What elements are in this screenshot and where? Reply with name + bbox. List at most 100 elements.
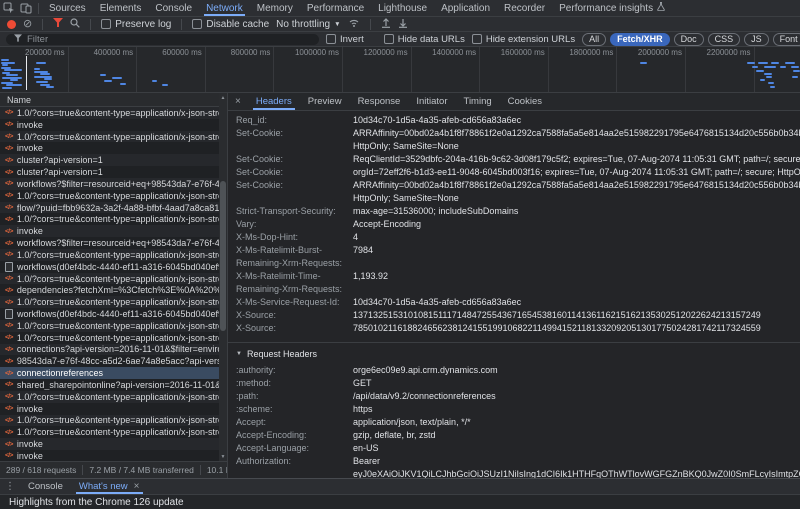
waterfall-activity-bar xyxy=(747,62,755,64)
details-tab-response[interactable]: Response xyxy=(350,93,409,110)
preserve-log-checkbox[interactable]: Preserve log xyxy=(101,19,171,30)
tab-elements[interactable]: Elements xyxy=(93,0,149,16)
throttling-value: No throttling xyxy=(276,19,330,30)
request-row[interactable]: </>1.0/?cors=true&content-type=applicati… xyxy=(0,296,219,308)
record-button[interactable] xyxy=(7,20,16,29)
request-row[interactable]: </>workflows?$filter=resourceid+eq+98543… xyxy=(0,237,219,249)
waterfall-activity-bar xyxy=(36,81,48,83)
tab-console[interactable]: Console xyxy=(148,0,199,16)
waterfall-activity-bar xyxy=(780,66,786,68)
request-row[interactable]: workflows(d0ef4bdc-4440-ef11-a316-6045bd… xyxy=(0,308,219,320)
request-row[interactable]: workflows(d0ef4bdc-4440-ef11-a316-6045bd… xyxy=(0,261,219,273)
divider xyxy=(38,3,39,14)
request-row[interactable]: </>invoke xyxy=(0,438,219,450)
throttling-select[interactable]: No throttling ▼ xyxy=(276,19,340,30)
request-row[interactable]: </>1.0/?cors=true&content-type=applicati… xyxy=(0,332,219,344)
scrollbar-track[interactable] xyxy=(219,101,227,454)
request-row[interactable]: </>1.0/?cors=true&content-type=applicati… xyxy=(0,320,219,332)
tab-application[interactable]: Application xyxy=(434,0,497,16)
request-row[interactable]: </>workflows?$filter=resourceid+eq+98543… xyxy=(0,178,219,190)
request-row[interactable]: </>1.0/?cors=true&content-type=applicati… xyxy=(0,107,219,119)
request-row[interactable]: </>invoke xyxy=(0,225,219,237)
requests-pane: Name </>1.0/?cors=true&content-type=appl… xyxy=(0,93,228,478)
request-row[interactable]: </>invoke xyxy=(0,403,219,415)
request-row[interactable]: </>dependencies?fetchXml=%3Cfetch%3E%0A%… xyxy=(0,284,219,296)
tab-network[interactable]: Network xyxy=(199,0,250,16)
request-row[interactable]: </>shared_sharepointonline?api-version=2… xyxy=(0,379,219,391)
tab-recorder[interactable]: Recorder xyxy=(497,0,552,16)
filter-toggle-icon[interactable] xyxy=(53,18,63,30)
hide-extension-urls-checkbox[interactable]: Hide extension URLs xyxy=(472,34,575,45)
requests-scrollbar[interactable]: ▲ ▼ xyxy=(219,93,227,462)
filter-chip-doc[interactable]: Doc xyxy=(674,33,704,46)
clear-icon[interactable]: ⊘ xyxy=(23,19,32,30)
request-row[interactable]: </>1.0/?cors=true&content-type=applicati… xyxy=(0,131,219,143)
inspect-element-icon[interactable] xyxy=(3,2,15,14)
name-column-header[interactable]: Name xyxy=(0,93,227,107)
filter-chip-css[interactable]: CSS xyxy=(708,33,741,46)
filter-chip-font[interactable]: Font xyxy=(773,33,800,46)
device-toolbar-icon[interactable] xyxy=(20,2,32,14)
tab-lighthouse[interactable]: Lighthouse xyxy=(371,0,434,16)
details-tab-timing[interactable]: Timing xyxy=(456,93,500,110)
drawer-tab-what-s-new[interactable]: What's new× xyxy=(71,479,148,494)
filter-chip-js[interactable]: JS xyxy=(744,33,769,46)
checkbox-icon xyxy=(326,34,336,44)
checkbox-icon xyxy=(384,34,394,44)
filter-input[interactable] xyxy=(27,34,311,45)
request-row[interactable]: </>1.0/?cors=true&content-type=applicati… xyxy=(0,415,219,427)
tab-performance[interactable]: Performance xyxy=(300,0,371,16)
waterfall-activity-bar xyxy=(768,82,774,84)
details-tab-headers[interactable]: Headers xyxy=(248,93,300,110)
request-row[interactable]: </>invoke xyxy=(0,119,219,131)
close-icon[interactable]: × xyxy=(134,481,140,492)
waterfall-activity-bar xyxy=(162,84,168,86)
tab-performance-insights[interactable]: Performance insights xyxy=(552,0,672,16)
scrollbar-thumb[interactable] xyxy=(220,181,226,331)
request-row[interactable]: </>cluster?api-version=1 xyxy=(0,154,219,166)
request-headers-section[interactable]: ▼ Request Headers xyxy=(228,342,800,361)
import-har-icon[interactable] xyxy=(381,18,391,31)
request-row[interactable]: </>98543da7-e76f-48cc-a5d2-6ae74a8e5acc?… xyxy=(0,355,219,367)
request-row[interactable]: </>1.0/?cors=true&content-type=applicati… xyxy=(0,213,219,225)
request-row[interactable]: </>connectionreferences xyxy=(0,367,219,379)
header-row: :authority:orge6ec09e9.api.crm.dynamics.… xyxy=(236,364,800,377)
disable-cache-checkbox[interactable]: Disable cache xyxy=(192,19,269,30)
network-overview[interactable]: 200000 ms400000 ms600000 ms800000 ms1000… xyxy=(0,47,800,93)
hide-data-urls-checkbox[interactable]: Hide data URLs xyxy=(384,34,465,45)
request-row[interactable]: </>invoke xyxy=(0,142,219,154)
waterfall-activity-bar xyxy=(1,59,9,61)
scroll-down-icon[interactable]: ▼ xyxy=(221,454,226,460)
header-name: Req_id: xyxy=(236,114,353,127)
search-icon[interactable] xyxy=(70,18,80,31)
export-har-icon[interactable] xyxy=(398,18,408,31)
network-conditions-icon[interactable] xyxy=(348,18,360,31)
waterfall-activity-bar xyxy=(100,74,106,76)
xhr-icon: </> xyxy=(5,275,13,282)
timeline-tick: 1400000 ms xyxy=(412,47,481,92)
drawer-menu-icon[interactable]: ⋮ xyxy=(0,479,20,494)
request-row[interactable]: </>flow/?puid=fbb9632a-3a2f-4a88-bfbf-4a… xyxy=(0,202,219,214)
filter-input-wrapper xyxy=(6,34,319,45)
filter-chip-fetch-xhr[interactable]: Fetch/XHR xyxy=(610,33,670,46)
header-name: X-Ms-Service-Request-Id: xyxy=(236,296,353,309)
invert-checkbox[interactable]: Invert xyxy=(326,34,364,45)
request-row[interactable]: </>1.0/?cors=true&content-type=applicati… xyxy=(0,249,219,261)
close-details-icon[interactable]: × xyxy=(228,93,248,110)
request-row[interactable]: </>1.0/?cors=true&content-type=applicati… xyxy=(0,190,219,202)
tab-memory[interactable]: Memory xyxy=(250,0,300,16)
details-tab-initiator[interactable]: Initiator xyxy=(408,93,455,110)
request-row[interactable]: </>1.0/?cors=true&content-type=applicati… xyxy=(0,391,219,403)
tab-sources[interactable]: Sources xyxy=(42,0,93,16)
details-tab-preview[interactable]: Preview xyxy=(300,93,350,110)
request-row[interactable]: </>1.0/?cors=true&content-type=applicati… xyxy=(0,426,219,438)
header-name: X-Source: xyxy=(236,309,353,322)
request-row[interactable]: </>1.0/?cors=true&content-type=applicati… xyxy=(0,273,219,285)
request-name: 1.0/?cors=true&content-type=application/… xyxy=(17,214,219,224)
request-row[interactable]: </>connections?api-version=2016-11-01&$f… xyxy=(0,344,219,356)
details-tab-cookies[interactable]: Cookies xyxy=(500,93,550,110)
filter-chip-all[interactable]: All xyxy=(582,33,606,46)
drawer-tab-console[interactable]: Console xyxy=(20,479,71,494)
xhr-icon: </> xyxy=(5,322,13,329)
request-row[interactable]: </>cluster?api-version=1 xyxy=(0,166,219,178)
